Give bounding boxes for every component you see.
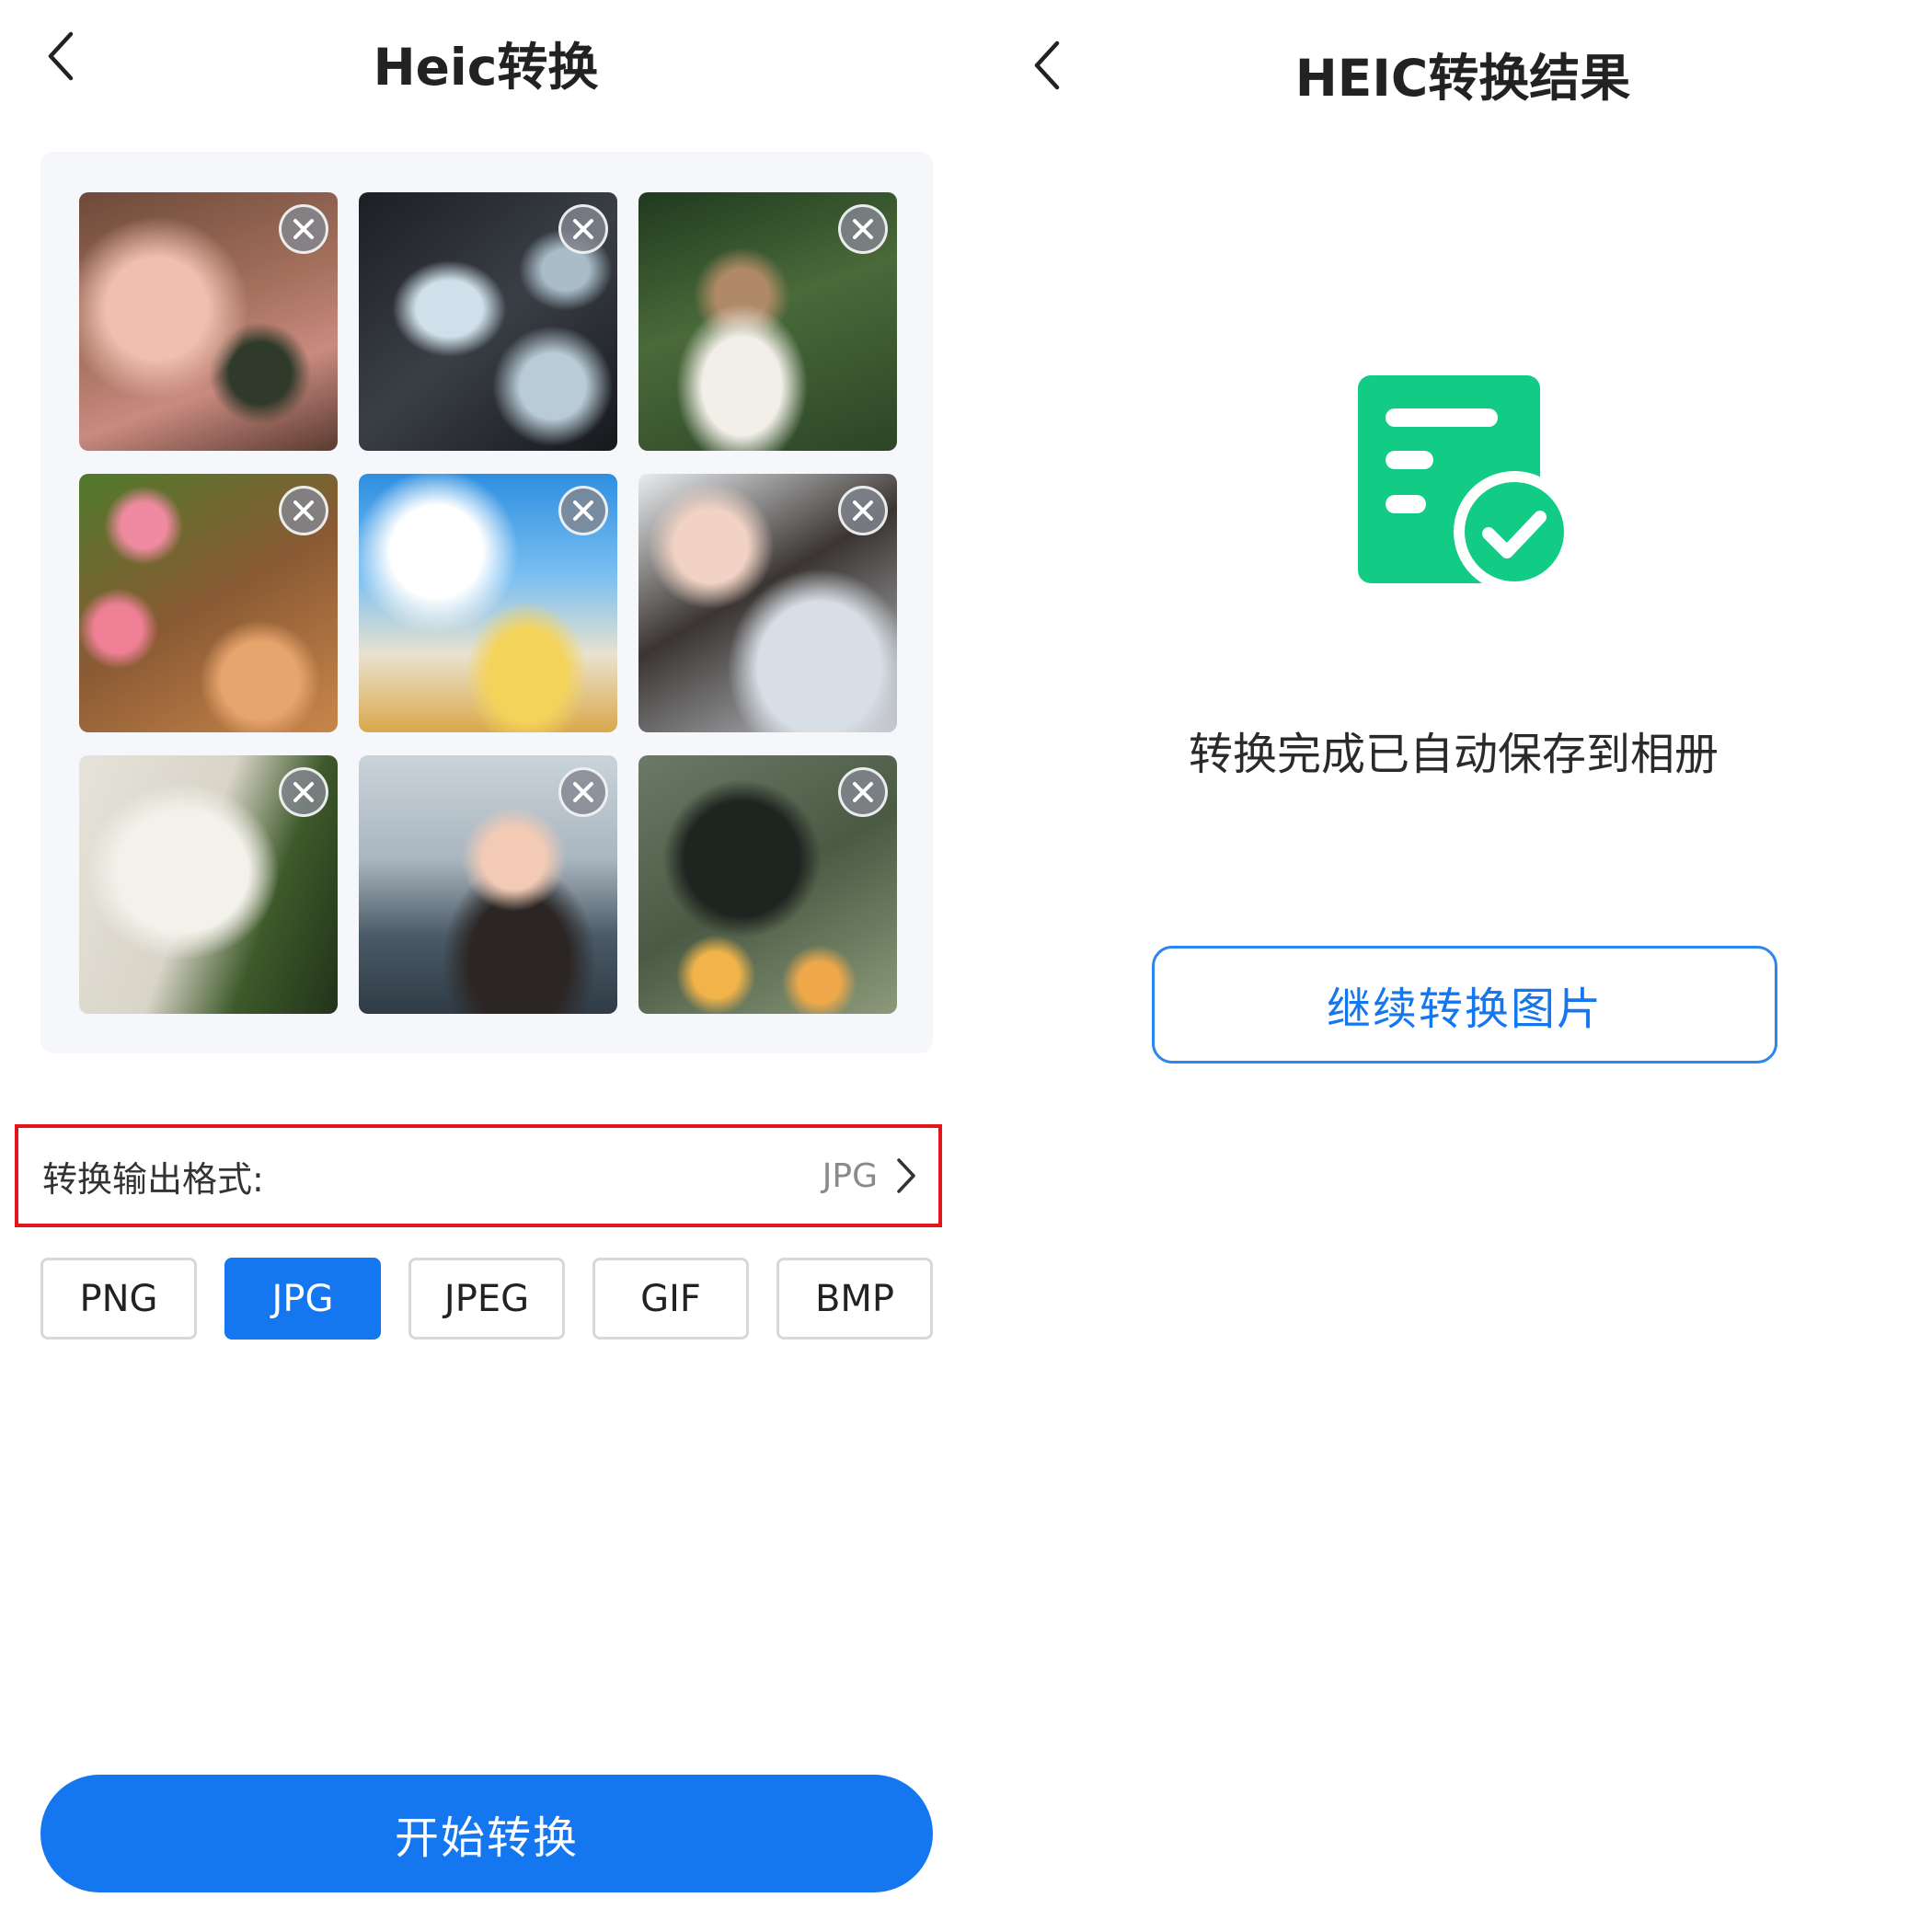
close-icon [573, 219, 593, 239]
format-option-jpeg[interactable]: JPEG [408, 1258, 565, 1340]
close-icon [573, 782, 593, 802]
image-thumbnail[interactable] [79, 474, 338, 732]
chevron-right-icon [897, 1158, 915, 1193]
format-option-jpg[interactable]: JPG [224, 1258, 381, 1340]
chevron-left-icon [1034, 40, 1060, 90]
remove-image-button[interactable] [838, 486, 888, 535]
heic-convert-screen: Heic转换 转换输出格式: JPG PNG JPG JPEG GIF BMP … [0, 0, 975, 1932]
output-format-value-group: JPG [822, 1156, 918, 1195]
page-title: HEIC转换结果 [1294, 49, 1631, 108]
image-thumbnail[interactable] [359, 474, 617, 732]
image-thumbnail[interactable] [638, 474, 897, 732]
image-thumbnail[interactable] [79, 192, 338, 451]
continue-convert-button[interactable]: 继续转换图片 [1152, 946, 1777, 1064]
output-format-label: 转换输出格式: [42, 1158, 264, 1200]
image-thumbnail[interactable] [638, 755, 897, 1014]
remove-image-button[interactable] [838, 204, 888, 254]
close-icon [853, 782, 873, 802]
close-icon [293, 219, 314, 239]
close-icon [293, 782, 314, 802]
page-title: Heic转换 [373, 38, 599, 97]
format-option-gif[interactable]: GIF [592, 1258, 749, 1340]
close-icon [293, 500, 314, 521]
close-icon [853, 219, 873, 239]
chevron-left-icon [48, 31, 74, 81]
image-thumbnail[interactable] [359, 192, 617, 451]
output-format-selector[interactable]: 转换输出格式: JPG [15, 1124, 942, 1227]
output-format-value: JPG [822, 1156, 878, 1195]
remove-image-button[interactable] [558, 767, 608, 817]
remove-image-button[interactable] [558, 204, 608, 254]
heic-result-screen: HEIC转换结果 转换完成已自动保存到相册 继续转换图片 [975, 0, 1932, 1932]
close-icon [573, 500, 593, 521]
remove-image-button[interactable] [279, 486, 328, 535]
remove-image-button[interactable] [558, 486, 608, 535]
remove-image-button[interactable] [279, 204, 328, 254]
remove-image-button[interactable] [279, 767, 328, 817]
image-thumbnail[interactable] [359, 755, 617, 1014]
close-icon [853, 500, 873, 521]
image-grid [40, 152, 933, 1053]
image-thumbnail[interactable] [79, 755, 338, 1014]
format-option-png[interactable]: PNG [40, 1258, 197, 1340]
document-check-icon [1358, 375, 1575, 592]
format-option-bmp[interactable]: BMP [776, 1258, 933, 1340]
start-convert-button[interactable]: 开始转换 [40, 1775, 933, 1892]
image-thumbnail[interactable] [638, 192, 897, 451]
back-button[interactable] [1019, 33, 1075, 98]
remove-image-button[interactable] [838, 767, 888, 817]
back-button[interactable] [33, 24, 88, 88]
result-message: 转换完成已自动保存到相册 [1188, 729, 1719, 780]
